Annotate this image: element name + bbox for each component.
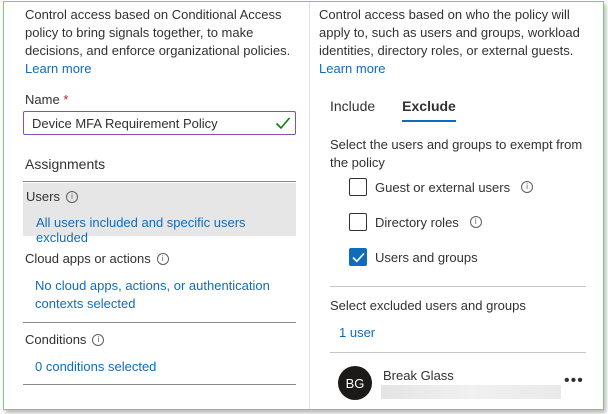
exempt-description-line: the policy [330,155,385,170]
left-intro: Control access based on Conditional Acce… [25,6,290,78]
users-value-link[interactable]: All users included and specific users ex… [36,215,296,245]
avatar: BG [338,366,372,400]
required-asterisk: * [63,92,69,107]
right-intro: Control access based on who the policy w… [319,6,580,78]
option-label: Guest or external users [375,179,511,195]
right-learn-more-link[interactable]: Learn more [319,60,580,78]
more-ellipsis-icon[interactable]: ••• [564,372,584,390]
checkbox-directory-roles[interactable] [349,213,367,231]
left-intro-line: decisions, and enforce organizational po… [25,43,291,58]
excluded-heading: Select excluded users and groups [330,298,526,313]
divider [330,286,586,287]
option-label: Users and groups [375,249,478,265]
divider [23,181,296,182]
right-intro-line: Control access based on who the policy w… [319,7,570,22]
cloud-apps-title: Cloud apps or actions i [25,251,169,266]
left-learn-more-link[interactable]: Learn more [25,60,290,78]
users-title-text: Users [26,189,60,204]
assignments-heading: Assignments [25,156,106,172]
divider [23,384,296,385]
info-icon[interactable]: i [469,216,482,228]
option-guest-external[interactable]: Guest or external users i [349,178,534,196]
cloud-apps-value-link[interactable]: No cloud apps, actions, or authenticatio… [35,277,270,313]
info-icon[interactable]: i [156,252,169,265]
person-detail-redacted [381,385,561,399]
option-users-groups[interactable]: Users and groups [349,248,478,266]
option-directory-roles[interactable]: Directory roles i [349,213,482,231]
checkbox-users-groups[interactable] [349,248,367,266]
info-icon[interactable]: i [92,333,105,346]
name-label: Name * [25,92,68,107]
conditions-value-link[interactable]: 0 conditions selected [35,359,156,374]
right-pane: Control access based on who the policy w… [319,2,603,409]
left-pane: Control access based on Conditional Acce… [4,2,300,409]
exempt-description-line: Select the users and groups to exempt fr… [330,137,583,152]
cloud-apps-value-line: No cloud apps, actions, or authenticatio… [35,278,270,293]
tab-include[interactable]: Include [330,98,375,122]
left-intro-line: policy to bring signals together, to mak… [25,25,254,40]
left-intro-line: Control access based on Conditional Acce… [25,7,282,22]
person-name: Break Glass [383,368,454,383]
divider [23,322,296,323]
name-label-text: Name [25,92,60,107]
info-icon[interactable]: i [521,181,534,193]
exempt-description: Select the users and groups to exempt fr… [330,136,582,172]
conditional-access-panel: Control access based on Conditional Acce… [3,1,604,410]
excluded-count-link[interactable]: 1 user [339,325,375,340]
right-intro-line: apply to, such as users and groups, work… [319,25,580,40]
policy-name-input[interactable] [23,111,296,135]
cloud-apps-value-line: contexts selected [35,296,136,311]
conditions-title: Conditions i [25,332,105,347]
users-title: Users i [26,189,78,204]
option-label: Directory roles [375,214,459,230]
pane-divider [309,2,310,409]
checkmark-icon [351,252,365,262]
include-exclude-tabs: Include Exclude [330,98,456,122]
right-intro-line: identities, directory roles, or external… [319,43,574,58]
divider [330,352,586,353]
checkmark-icon [275,117,291,130]
conditions-title-text: Conditions [25,332,87,347]
cloud-apps-title-text: Cloud apps or actions [25,251,151,266]
info-icon[interactable]: i [65,190,78,203]
checkbox-guest-external[interactable] [349,178,367,196]
users-assignment[interactable]: Users i All users included and specific … [23,183,296,245]
tab-exclude[interactable]: Exclude [402,98,456,122]
